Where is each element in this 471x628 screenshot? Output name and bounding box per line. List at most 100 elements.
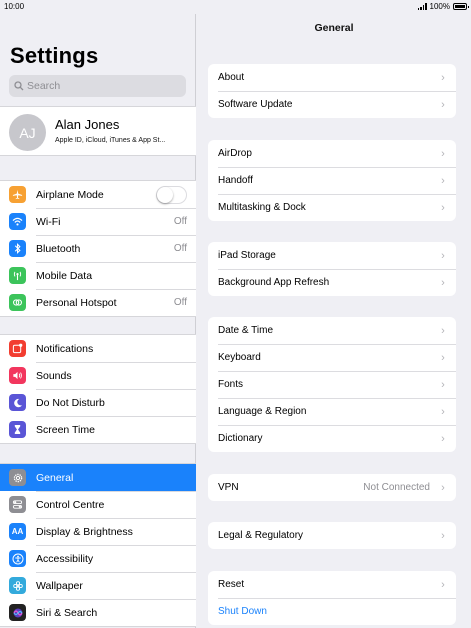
row-ipad-storage[interactable]: iPad Storage ›	[208, 242, 456, 269]
avatar: AJ	[9, 114, 46, 151]
row-language-region[interactable]: Language & Region ›	[208, 398, 456, 425]
chevron-right-icon: ›	[441, 351, 445, 364]
chevron-right-icon: ›	[441, 249, 445, 262]
row-label: Date & Time	[218, 325, 274, 336]
sidebar-item-do-not-disturb[interactable]: Do Not Disturb	[0, 389, 196, 416]
search-field[interactable]: Search	[9, 75, 186, 97]
sidebar-item-label: Display & Brightness	[36, 525, 133, 538]
sidebar-item-label: Screen Time	[36, 423, 95, 436]
row-label: VPN	[218, 482, 239, 493]
general-group: General Control Centre AA Display & Brig…	[0, 463, 196, 627]
connectivity-group: Airplane Mode Wi-Fi Off Bluetooth Off Mo…	[0, 180, 196, 317]
row-label: AirDrop	[218, 148, 252, 159]
profile-row[interactable]: AJ Alan Jones Apple ID, iCloud, iTunes &…	[0, 106, 196, 156]
sidebar-item-label: Mobile Data	[36, 269, 93, 282]
sidebar-item-label: Wi-Fi	[36, 215, 61, 228]
row-label: Reset	[218, 579, 245, 590]
sidebar-item-siri-search[interactable]: Siri & Search	[0, 599, 196, 626]
row-value: Not Connected	[363, 482, 430, 493]
detail-group-airdrop: AirDrop › Handoff › Multitasking & Dock ›	[208, 140, 456, 221]
sidebar-item-label: Bluetooth	[36, 242, 81, 255]
chevron-right-icon: ›	[441, 98, 445, 111]
page-title: General	[314, 22, 354, 34]
sidebar-item-screen-time[interactable]: Screen Time	[0, 416, 196, 443]
chevron-right-icon: ›	[441, 276, 445, 289]
antenna-icon	[9, 267, 26, 284]
sidebar-item-label: Accessibility	[36, 552, 94, 565]
sidebar-item-general[interactable]: General	[0, 464, 196, 491]
sidebar-item-display-brightness[interactable]: AA Display & Brightness	[0, 518, 196, 545]
battery-icon	[453, 3, 469, 10]
sidebar-item-notifications[interactable]: Notifications	[0, 335, 196, 362]
sidebar-item-mobile-data[interactable]: Mobile Data	[0, 262, 196, 289]
row-label: Language & Region	[218, 406, 307, 417]
chevron-right-icon: ›	[441, 405, 445, 418]
row-label: Keyboard	[218, 352, 261, 363]
sidebar-item-label: Wallpaper	[36, 579, 83, 592]
chevron-right-icon: ›	[441, 529, 445, 542]
row-label: Software Update	[218, 99, 293, 110]
detail-group-vpn: VPN Not Connected ›	[208, 474, 456, 501]
sidebar-item-value: Off	[173, 216, 187, 227]
sidebar: Settings Search AJ Alan Jones Apple ID, …	[0, 14, 196, 628]
sidebar-item-label: Airplane Mode	[36, 188, 104, 201]
row-multitasking-dock[interactable]: Multitasking & Dock ›	[208, 194, 456, 221]
battery-percent: 100%	[429, 2, 450, 11]
row-dictionary[interactable]: Dictionary ›	[208, 425, 456, 452]
chevron-right-icon: ›	[441, 71, 445, 84]
chevron-right-icon: ›	[441, 174, 445, 187]
status-right: 100%	[417, 2, 469, 11]
aa-icon: AA	[9, 523, 26, 540]
row-airdrop[interactable]: AirDrop ›	[208, 140, 456, 167]
airplane-mode-toggle[interactable]	[156, 185, 187, 204]
wifi-icon	[9, 213, 26, 230]
row-date-time[interactable]: Date & Time ›	[208, 317, 456, 344]
detail-group-datetime: Date & Time › Keyboard › Fonts › Language &…	[208, 317, 456, 452]
notifications-group: Notifications Sounds Do Not Disturb Scre…	[0, 334, 196, 444]
chevron-right-icon: ›	[441, 432, 445, 445]
bluetooth-icon	[9, 240, 26, 257]
sidebar-item-label: Control Centre	[36, 498, 105, 511]
chevron-right-icon: ›	[441, 378, 445, 391]
row-label: Shut Down	[218, 606, 267, 617]
gear-icon	[9, 469, 26, 486]
sidebar-item-control-centre[interactable]: Control Centre	[0, 491, 196, 518]
row-about[interactable]: About ›	[208, 64, 456, 91]
shut-down-button[interactable]: Shut Down	[208, 598, 456, 625]
siri-icon	[9, 604, 26, 621]
switches-icon	[9, 496, 26, 513]
row-label: Legal & Regulatory	[218, 530, 304, 541]
row-software-update[interactable]: Software Update ›	[208, 91, 456, 118]
chevron-right-icon: ›	[441, 324, 445, 337]
hourglass-icon	[9, 421, 26, 438]
speaker-icon	[9, 367, 26, 384]
row-fonts[interactable]: Fonts ›	[208, 371, 456, 398]
detail-group-storage: iPad Storage › Background App Refresh ›	[208, 242, 456, 296]
sidebar-item-wallpaper[interactable]: Wallpaper	[0, 572, 196, 599]
sidebar-item-bluetooth[interactable]: Bluetooth Off	[0, 235, 196, 262]
sidebar-item-label: Do Not Disturb	[36, 396, 105, 409]
sidebar-item-accessibility[interactable]: Accessibility	[0, 545, 196, 572]
hotspot-icon	[9, 294, 26, 311]
detail-pane: General About › Software Update › AirDrop ›…	[197, 14, 471, 628]
sidebar-item-label: Personal Hotspot	[36, 296, 117, 309]
flower-icon	[9, 577, 26, 594]
sidebar-item-airplane-mode[interactable]: Airplane Mode	[0, 181, 196, 208]
row-keyboard[interactable]: Keyboard ›	[208, 344, 456, 371]
row-background-app-refresh[interactable]: Background App Refresh ›	[208, 269, 456, 296]
sidebar-item-sounds[interactable]: Sounds	[0, 362, 196, 389]
row-legal-regulatory[interactable]: Legal & Regulatory ›	[208, 522, 456, 549]
profile-name: Alan Jones	[55, 117, 120, 132]
row-label: iPad Storage	[218, 250, 276, 261]
row-label: Dictionary	[218, 433, 263, 444]
sidebar-title: Settings	[10, 43, 99, 68]
profile-subtitle: Apple ID, iCloud, iTunes & App St...	[55, 137, 166, 144]
sidebar-item-wifi[interactable]: Wi-Fi Off	[0, 208, 196, 235]
row-handoff[interactable]: Handoff ›	[208, 167, 456, 194]
row-reset[interactable]: Reset ›	[208, 571, 456, 598]
row-vpn[interactable]: VPN Not Connected ›	[208, 474, 456, 501]
airplane-icon	[9, 186, 26, 203]
signal-icon	[417, 3, 427, 10]
status-bar: 10:00 100%	[0, 0, 471, 14]
sidebar-item-personal-hotspot[interactable]: Personal Hotspot Off	[0, 289, 196, 316]
